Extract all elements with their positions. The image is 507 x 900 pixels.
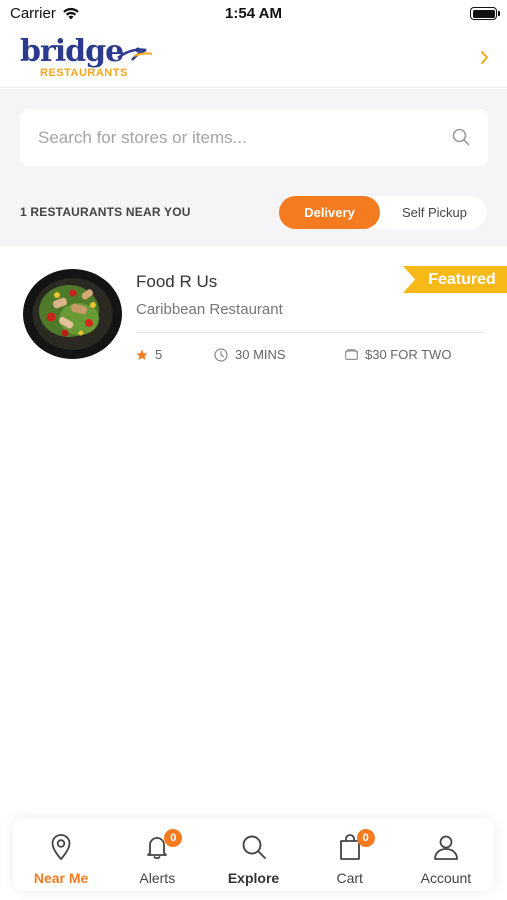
status-bar: Carrier 1:54 AM <box>0 0 507 28</box>
price-value: $30 FOR TWO <box>365 347 452 362</box>
status-time: 1:54 AM <box>225 5 282 22</box>
rating: 5 <box>136 347 162 362</box>
battery-icon <box>470 7 500 20</box>
price-for-two: $30 FOR TWO <box>345 347 451 362</box>
star-icon <box>136 349 148 360</box>
delivery-time: 30 MINS <box>214 347 286 362</box>
nav-near-me[interactable]: Near Me <box>13 818 109 891</box>
nav-cart[interactable]: 0 Cart <box>302 818 398 891</box>
nav-account-label: Account <box>420 870 472 886</box>
user-icon <box>434 835 458 860</box>
search-bar[interactable] <box>20 109 488 166</box>
bottom-navigation: Near Me 0 Alerts Explore 0 Cart Account <box>13 818 494 891</box>
alerts-icon-wrap: 0 <box>142 829 183 862</box>
brand-logo[interactable]: bridge RESTAURANTS <box>20 36 155 82</box>
self-pickup-option[interactable]: Self Pickup <box>382 196 487 229</box>
nav-near-me-label: Near Me <box>33 870 89 886</box>
restaurant-image <box>23 269 122 359</box>
cart-badge: 0 <box>356 829 375 847</box>
nav-alerts-label: Alerts <box>139 870 176 886</box>
nav-explore-label: Explore <box>227 870 280 886</box>
delivery-time-value: 30 MINS <box>235 347 286 362</box>
search-input[interactable] <box>38 109 438 166</box>
restaurant-card[interactable]: Food R Us Caribbean Restaurant Featured … <box>0 246 507 386</box>
logo-wordmark: bridge <box>20 34 124 69</box>
nav-cart-label: Cart <box>336 870 363 886</box>
restaurant-name[interactable]: Food R Us <box>136 272 217 292</box>
featured-label: Featured <box>428 271 496 288</box>
nav-account[interactable]: Account <box>398 818 494 891</box>
clock-icon <box>214 347 228 362</box>
logo-subtitle: RESTAURANTS <box>40 67 128 79</box>
chevron-right-icon[interactable] <box>480 50 489 65</box>
rating-value: 5 <box>155 347 163 362</box>
search-icon <box>242 835 266 859</box>
search-icon[interactable] <box>452 128 470 146</box>
wallet-icon <box>345 349 358 360</box>
nav-explore[interactable]: Explore <box>205 818 301 891</box>
search-filter-section: 1 RESTAURANTS NEAR YOU Delivery Self Pic… <box>0 89 507 246</box>
app-header: bridge RESTAURANTS <box>0 28 507 88</box>
alerts-badge: 0 <box>164 829 183 847</box>
logo-swoosh-icon <box>117 47 153 61</box>
cart-icon-wrap: 0 <box>335 829 375 862</box>
delivery-option[interactable]: Delivery <box>279 196 380 229</box>
restaurant-count-label: 1 RESTAURANTS NEAR YOU <box>20 205 191 219</box>
featured-badge: Featured <box>403 266 507 293</box>
nav-alerts[interactable]: 0 Alerts <box>109 818 205 891</box>
location-pin-icon <box>51 834 71 861</box>
delivery-mode-toggle[interactable]: Delivery Self Pickup <box>279 196 487 229</box>
restaurant-cuisine: Caribbean Restaurant <box>136 301 283 318</box>
food-plate-image <box>23 269 122 359</box>
card-divider <box>136 332 484 333</box>
